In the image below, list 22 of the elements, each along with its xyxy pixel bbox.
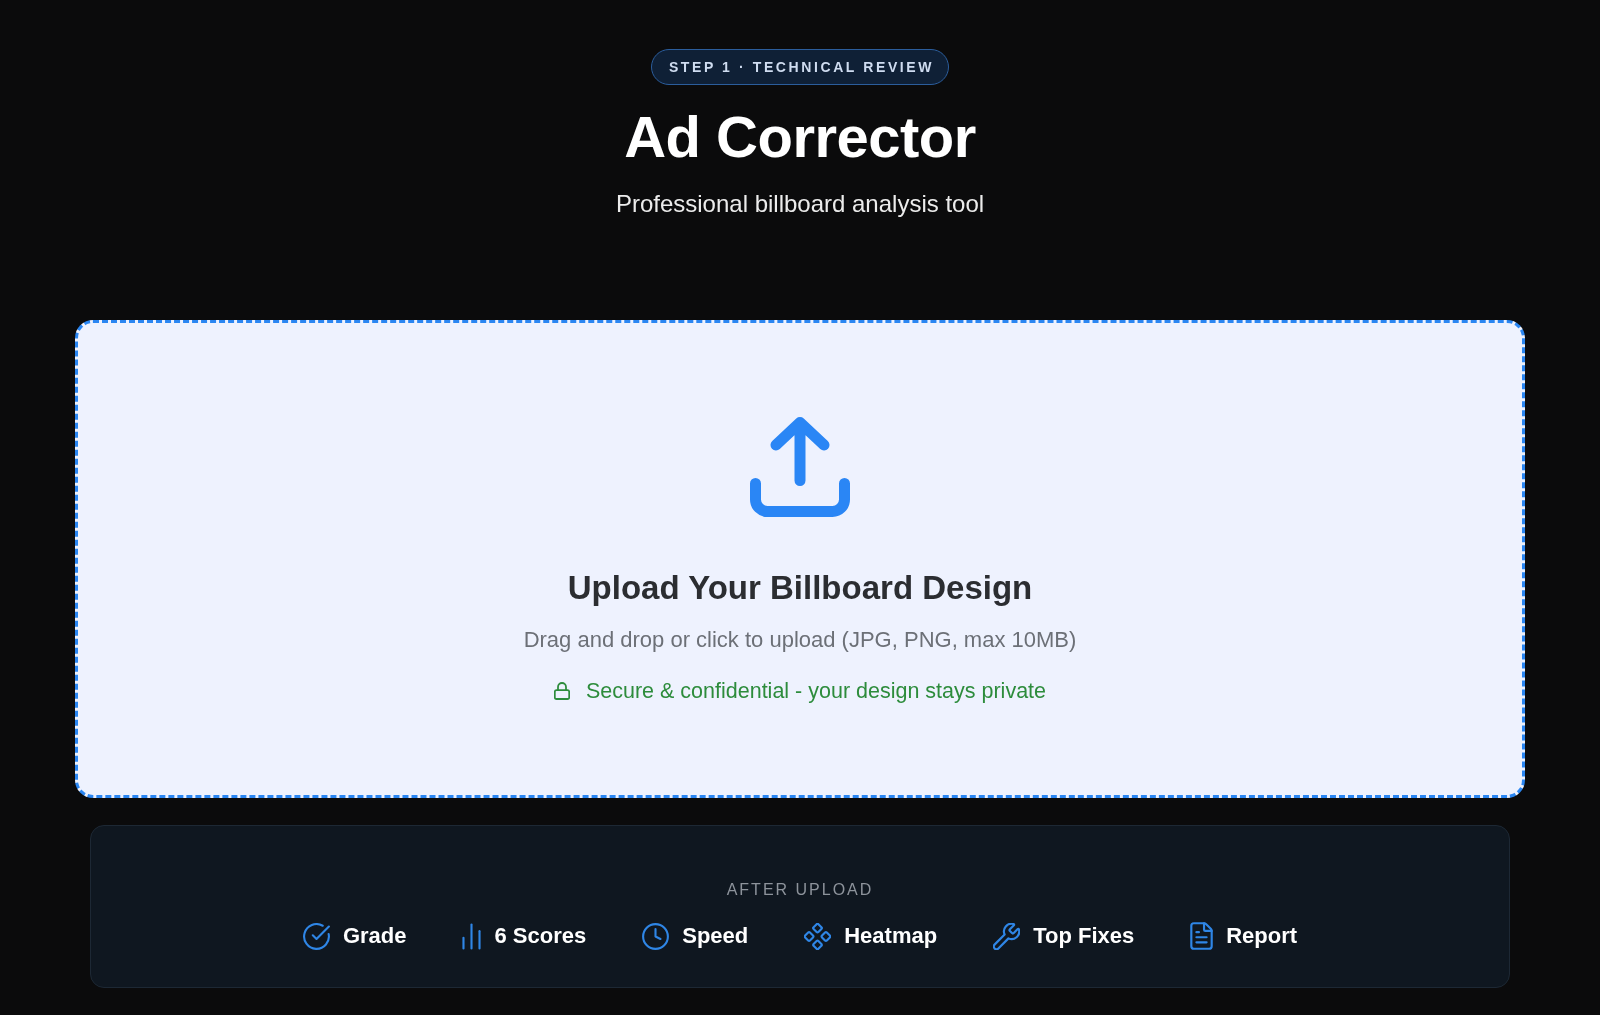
document-icon	[1190, 922, 1214, 950]
clock-icon	[642, 922, 670, 950]
feature-label: Grade	[342, 922, 407, 950]
panel-label: AFTER UPLOAD	[726, 880, 874, 900]
step-badge: STEP 1 · TECHNICAL REVIEW	[650, 49, 950, 85]
upload-dropzone[interactable]: Upload Your Billboard Design Drag and drop or click to upload (JPG, PNG, max 10MB) Secure & confidential - your design stays private	[75, 320, 1525, 798]
upload-hint: Drag and drop or click to upload (JPG, PNG, max 10MB)	[523, 626, 1077, 654]
upload-icon	[750, 417, 850, 517]
feature-label: Speed	[682, 922, 749, 950]
feature-label: Top Fixes	[1033, 922, 1135, 950]
feature-label: Heatmap	[844, 922, 938, 950]
bar-chart-icon	[462, 922, 482, 950]
feature-label: Report	[1226, 922, 1298, 950]
page-title: Ad Corrector	[624, 103, 976, 171]
page-subtitle: Professional billboard analysis tool	[615, 189, 985, 219]
check-circle-icon	[302, 922, 330, 950]
upload-heading: Upload Your Billboard Design	[567, 568, 1033, 608]
wrench-icon	[993, 922, 1021, 950]
feature-label: 6 Scores	[494, 922, 587, 950]
privacy-note: Secure & confidential - your design stays private	[585, 678, 1047, 705]
diamonds-icon	[804, 922, 832, 950]
lock-icon	[553, 682, 570, 700]
